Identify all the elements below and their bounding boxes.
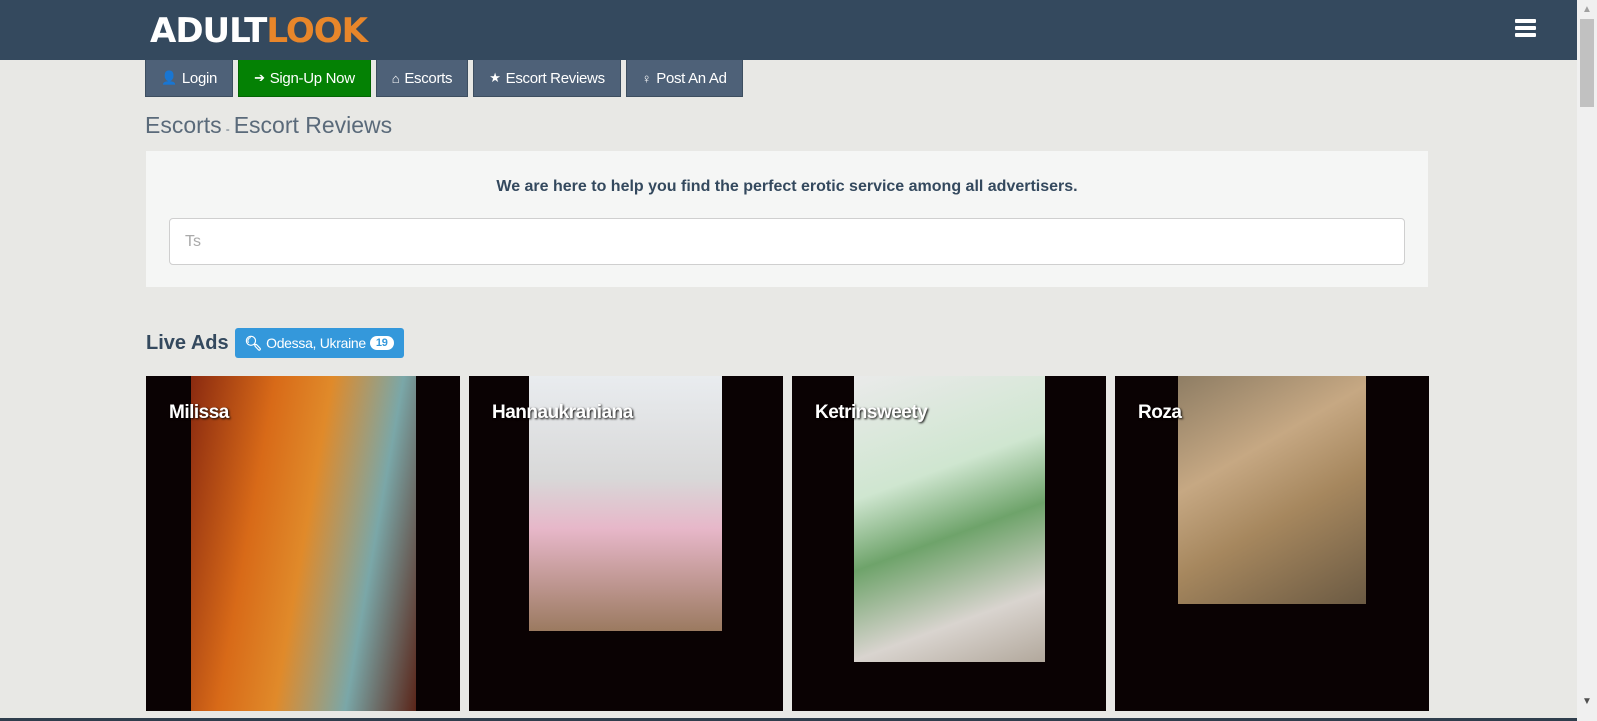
breadcrumb-escorts[interactable]: Escorts <box>145 112 222 138</box>
ad-photo <box>191 376 416 711</box>
search-panel: We are here to help you find the perfect… <box>146 151 1428 287</box>
scrollbar-thumb[interactable] <box>1580 19 1594 107</box>
site-logo[interactable]: ADULTLOOK <box>150 9 368 53</box>
login-label: Login <box>181 69 218 87</box>
search-tagline: We are here to help you find the perfect… <box>496 178 1078 195</box>
hamburger-menu-icon[interactable] <box>1515 19 1536 38</box>
breadcrumb-escort-reviews[interactable]: Escort Reviews <box>234 112 392 138</box>
post-ad-label: Post An Ad <box>656 69 727 87</box>
ad-card[interactable]: Ketrinsweety <box>792 376 1106 711</box>
ad-count-badge: 19 <box>369 336 394 350</box>
escorts-label: Escorts <box>404 69 453 87</box>
breadcrumb-separator: - <box>225 122 230 136</box>
top-navbar: ADULTLOOK <box>0 0 1577 60</box>
login-button[interactable]: 👤 Login <box>145 60 234 97</box>
search-input[interactable] <box>169 218 1405 265</box>
ad-name: Hannaukraniana <box>492 402 633 423</box>
escorts-button[interactable]: ⌂ Escorts <box>375 60 469 97</box>
female-icon: ♀ <box>641 70 652 86</box>
ad-name: Milissa <box>169 402 229 423</box>
location-filter-button[interactable]: 🔍︎ Odessa, Ukraine 19 <box>234 328 404 358</box>
ad-name: Roza <box>1138 402 1182 423</box>
signup-button[interactable]: ➔ Sign-Up Now <box>238 60 371 97</box>
search-icon: 🔍︎ <box>244 334 263 351</box>
escort-reviews-label: Escort Reviews <box>505 69 605 87</box>
ad-name: Ketrinsweety <box>815 402 928 423</box>
post-ad-button[interactable]: ♀ Post An Ad <box>625 60 743 97</box>
breadcrumb: Escorts - Escort Reviews <box>145 112 392 139</box>
ad-card[interactable]: Hannaukraniana <box>469 376 783 711</box>
star-icon: ★ <box>489 70 501 85</box>
sign-in-icon: ➔ <box>254 70 265 85</box>
live-ads-title: Live Ads <box>146 331 229 354</box>
ad-grid: Milissa Hannaukraniana Ketrinsweety Roza <box>146 376 1429 711</box>
user-icon: 👤 <box>161 70 177 85</box>
escort-reviews-button[interactable]: ★ Escort Reviews <box>473 60 621 97</box>
home-icon: ⌂ <box>391 70 400 86</box>
vertical-scrollbar[interactable]: ▲ ▼ <box>1577 0 1597 721</box>
scroll-down-arrow-icon[interactable]: ▼ <box>1582 696 1592 707</box>
logo-text-look: LOOK <box>266 11 368 51</box>
location-label: Odessa, Ukraine <box>266 335 366 351</box>
scroll-up-arrow-icon[interactable]: ▲ <box>1582 4 1592 15</box>
signup-label: Sign-Up Now <box>269 69 355 87</box>
live-ads-header: Live Ads 🔍︎ Odessa, Ukraine 19 <box>146 328 404 358</box>
nav-buttons: 👤 Login ➔ Sign-Up Now ⌂ Escorts ★ Escort… <box>145 60 743 97</box>
ad-photo <box>1178 376 1366 604</box>
logo-text-adult: ADULT <box>150 11 267 51</box>
ad-card[interactable]: Roza <box>1115 376 1429 711</box>
ad-card[interactable]: Milissa <box>146 376 460 711</box>
